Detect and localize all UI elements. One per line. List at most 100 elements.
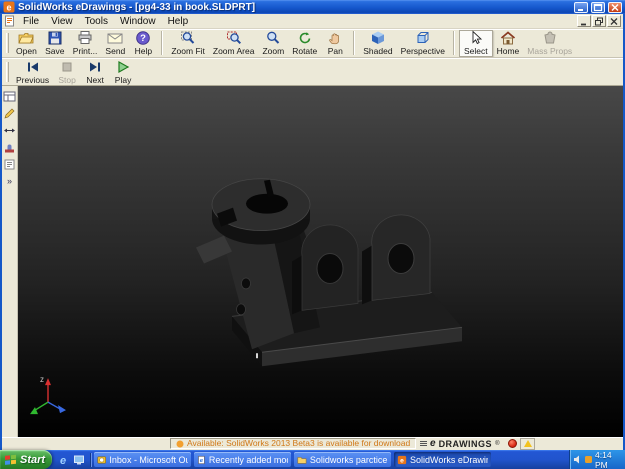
svg-text:e: e	[400, 457, 404, 464]
clock[interactable]: 4:14 PM	[595, 450, 622, 469]
previous-icon	[25, 59, 41, 75]
envelope-icon	[107, 30, 123, 46]
zoom-button[interactable]: Zoom	[258, 30, 288, 57]
menu-tools[interactable]: Tools	[79, 15, 114, 28]
statusbar: Available: SolidWorks 2013 Beta3 is avai…	[2, 437, 623, 450]
zoom-area-icon	[226, 30, 242, 46]
edrawings-brand: e DRAWINGS ®	[420, 437, 536, 450]
start-label: Start	[20, 453, 46, 466]
previous-button[interactable]: Previous	[12, 58, 53, 85]
home-icon	[500, 30, 516, 46]
sidebar-overflow-button[interactable]: »	[3, 174, 17, 188]
zoom-label: Zoom	[262, 46, 285, 56]
folder-icon	[297, 456, 307, 464]
pan-button[interactable]: Pan	[321, 30, 349, 57]
open-button[interactable]: Open	[12, 30, 41, 57]
print-button[interactable]: Print...	[69, 30, 102, 57]
warning-icon	[523, 440, 532, 447]
markup-side-toolbar: »	[2, 86, 18, 437]
toolbar-separator	[452, 31, 455, 55]
open-label: Open	[16, 46, 37, 56]
shaded-label: Shaded	[363, 46, 393, 56]
save-button[interactable]: Save	[41, 30, 69, 57]
task-edrawings[interactable]: e SolidWorks eDrawing...	[394, 452, 491, 467]
perspective-button[interactable]: Perspective	[397, 30, 449, 57]
perspective-cube-icon	[415, 30, 431, 46]
menu-help[interactable]: Help	[162, 15, 195, 28]
play-button[interactable]: Play	[109, 58, 137, 85]
select-label: Select	[463, 46, 488, 56]
menu-window[interactable]: Window	[114, 15, 162, 28]
toolbar-grip[interactable]	[6, 61, 9, 82]
next-icon	[87, 59, 103, 75]
markup-pencil-button[interactable]	[3, 106, 17, 120]
warning-button[interactable]	[520, 437, 536, 450]
edrawings-icon: e	[397, 455, 407, 464]
next-label: Next	[86, 74, 104, 85]
send-button[interactable]: Send	[101, 30, 129, 57]
task-folder[interactable]: Solidworks parctice test	[294, 452, 391, 467]
status-menu-icon[interactable]	[420, 441, 427, 446]
home-label: Home	[496, 46, 520, 56]
shaded-button[interactable]: Shaded	[359, 30, 396, 57]
dimension-button[interactable]	[3, 123, 17, 137]
brand-registered: ®	[495, 440, 500, 447]
next-button[interactable]: Next	[81, 58, 109, 85]
minimize-button[interactable]	[574, 1, 588, 13]
internet-explorer-icon[interactable]: e	[57, 454, 69, 466]
volume-icon[interactable]	[573, 455, 582, 464]
stop-button[interactable]: Stop	[53, 58, 81, 85]
comment-button[interactable]	[3, 157, 17, 171]
doc-minimize-button[interactable]	[577, 15, 591, 27]
doc-close-button[interactable]	[607, 15, 621, 27]
select-cursor-icon	[468, 30, 484, 46]
menubar: File View Tools Window Help	[2, 14, 623, 29]
mass-props-label: Mass Props	[527, 46, 573, 56]
task-browser[interactable]: e Recently added models -...	[194, 452, 291, 467]
maximize-button[interactable]	[591, 1, 605, 13]
update-notice: Available: SolidWorks 2013 Beta3 is avai…	[170, 438, 417, 449]
show-desktop-icon[interactable]	[73, 454, 85, 466]
help-button[interactable]: ? Help	[129, 30, 157, 57]
main-toolbar: Open Save Print... Send ? Help Zoom Fit …	[2, 29, 623, 58]
viewport-3d[interactable]: z	[18, 86, 623, 437]
select-button[interactable]: Select	[458, 29, 493, 57]
perspective-label: Perspective	[400, 46, 445, 56]
toolbar-separator	[353, 31, 356, 55]
task-outlook[interactable]: Inbox - Microsoft Outlook	[94, 452, 191, 467]
start-button[interactable]: Start	[0, 450, 52, 469]
task-buttons: Inbox - Microsoft Outlook e Recently add…	[94, 452, 491, 467]
close-button[interactable]	[608, 1, 622, 13]
notice-text: Available: SolidWorks 2013 Beta3 is avai…	[187, 438, 411, 448]
main-area: » z	[2, 86, 623, 437]
webpage-icon: e	[198, 455, 205, 464]
stamp-button[interactable]	[3, 140, 17, 154]
help-icon: ?	[135, 30, 151, 46]
app-icon: e	[3, 1, 15, 13]
task-outlook-label: Inbox - Microsoft Outlook	[109, 454, 188, 465]
play-icon	[115, 59, 131, 75]
help-label: Help	[134, 46, 153, 56]
task-browser-label: Recently added models -...	[208, 454, 288, 465]
svg-text:?: ?	[140, 33, 146, 44]
notice-icon	[176, 440, 184, 447]
tray-app-icon[interactable]	[584, 455, 593, 464]
status-red-icon[interactable]	[508, 439, 518, 448]
window-body: File View Tools Window Help Open Save Pr…	[0, 14, 625, 450]
outlook-icon	[97, 456, 106, 463]
stop-icon	[59, 59, 75, 75]
panels-button[interactable]	[3, 89, 17, 103]
play-label: Play	[114, 74, 132, 85]
home-button[interactable]: Home	[493, 30, 524, 57]
doc-restore-button[interactable]	[592, 15, 606, 27]
taskbar: Start e Inbox - Microsoft Outlook e Rece…	[0, 450, 625, 469]
zoom-icon	[265, 30, 281, 46]
brand-name: DRAWINGS	[438, 438, 493, 449]
menu-view[interactable]: View	[45, 15, 79, 28]
toolbar-grip[interactable]	[6, 33, 9, 53]
mass-props-button[interactable]: Mass Props	[523, 30, 576, 57]
zoom-fit-button[interactable]: Zoom Fit	[167, 30, 209, 57]
rotate-button[interactable]: Rotate	[288, 30, 321, 57]
zoom-area-button[interactable]: Zoom Area	[209, 30, 259, 57]
menu-file[interactable]: File	[17, 15, 45, 28]
